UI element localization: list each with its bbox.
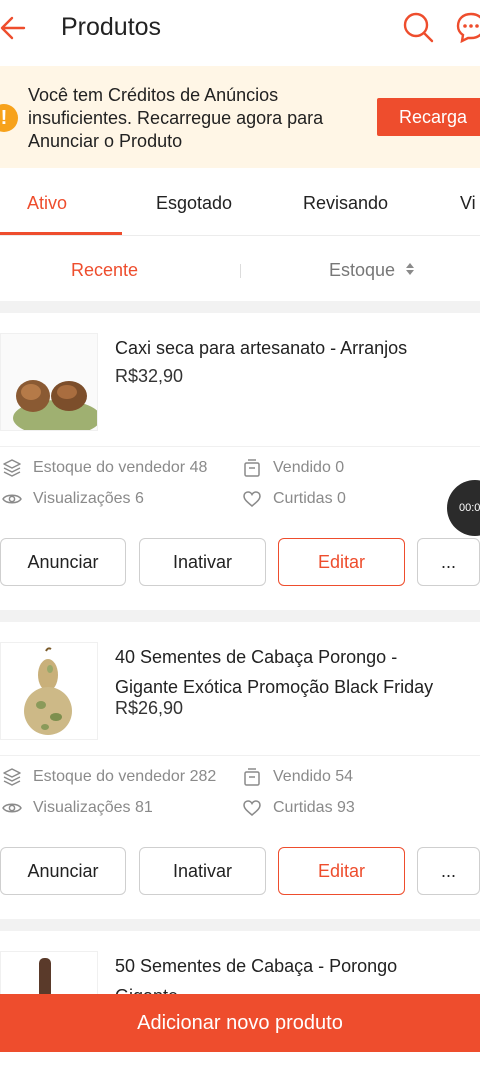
eye-icon [2, 494, 22, 504]
editar-button[interactable]: Editar [278, 847, 405, 895]
sold-stat: Vendido 54 [273, 768, 354, 785]
anunciar-button[interactable]: Anunciar [0, 847, 126, 895]
tab-violacao[interactable]: Vi [460, 192, 476, 214]
heart-icon [243, 800, 261, 816]
page-title: Produtos [61, 13, 162, 41]
add-product-button[interactable]: Adicionar novo produto [0, 994, 480, 1052]
chat-icon[interactable] [455, 11, 480, 43]
sold-box-icon [244, 768, 260, 786]
stock-stat: Estoque do vendedor 48 [33, 459, 208, 476]
product-name[interactable]: Caxi seca para artesanato - Arranjos [115, 333, 465, 363]
search-icon[interactable] [401, 10, 435, 44]
more-button[interactable]: ... [417, 538, 480, 586]
products-page: Produtos ! Você tem Créditos de Anúncios… [0, 0, 480, 1066]
gourd-image[interactable] [0, 642, 98, 740]
card-divider [0, 446, 480, 447]
views-stat: Visualizações 6 [33, 490, 144, 507]
anunciar-button[interactable]: Anunciar [0, 538, 126, 586]
section-gap [0, 919, 480, 931]
dried-gourds-image[interactable] [0, 333, 98, 431]
product-card: 50 Sementes de Cabaça - Porongo Gigante [0, 931, 480, 994]
eye-icon [2, 803, 22, 813]
product-name[interactable]: 50 Sementes de Cabaça - Porongo Gigante [115, 951, 465, 994]
more-button[interactable]: ... [417, 847, 480, 895]
inativar-button[interactable]: Inativar [139, 538, 266, 586]
stock-layers-icon [3, 768, 21, 786]
back-arrow-icon[interactable] [0, 10, 32, 46]
stock-stat: Estoque do vendedor 282 [33, 768, 217, 785]
section-gap [0, 610, 480, 622]
views-stat: Visualizações 81 [33, 799, 153, 816]
recarga-button[interactable]: Recarga [377, 98, 480, 136]
sort-arrows-icon[interactable] [405, 261, 415, 277]
bottom-safe-area [0, 1052, 480, 1066]
sort-recente[interactable]: Recente [71, 259, 138, 281]
tab-revisando[interactable]: Revisando [303, 192, 388, 214]
product-card: Caxi seca para artesanato - Arranjos R$3… [0, 313, 480, 610]
product-name[interactable]: 40 Sementes de Cabaça Porongo - Gigante … [115, 642, 465, 702]
sold-stat: Vendido 0 [273, 459, 345, 476]
product-price: R$26,90 [115, 698, 184, 718]
inativar-button[interactable]: Inativar [139, 847, 266, 895]
top-bar: Produtos [0, 0, 480, 56]
status-tabs: Ativo Esgotado Revisando Vi [0, 170, 480, 236]
sort-divider [240, 264, 241, 278]
product-card: 40 Sementes de Cabaça Porongo - Gigante … [0, 622, 480, 919]
product-price: R$32,90 [115, 366, 184, 386]
tab-ativo[interactable]: Ativo [27, 192, 67, 214]
sort-estoque[interactable]: Estoque [329, 259, 395, 281]
stock-layers-icon [3, 459, 21, 477]
card-divider [0, 755, 480, 756]
editar-button[interactable]: Editar [278, 538, 405, 586]
banner-message: Você tem Créditos de Anúncios insuficien… [28, 85, 324, 151]
likes-stat: Curtidas 93 [273, 799, 355, 816]
gourd-image[interactable] [0, 951, 98, 994]
tab-esgotado[interactable]: Esgotado [156, 192, 232, 214]
sort-bar: Recente Estoque [0, 237, 480, 301]
likes-stat: Curtidas 0 [273, 490, 346, 507]
active-tab-indicator [0, 232, 122, 235]
sold-box-icon [244, 459, 260, 477]
section-gap [0, 301, 480, 313]
heart-icon [243, 491, 261, 507]
